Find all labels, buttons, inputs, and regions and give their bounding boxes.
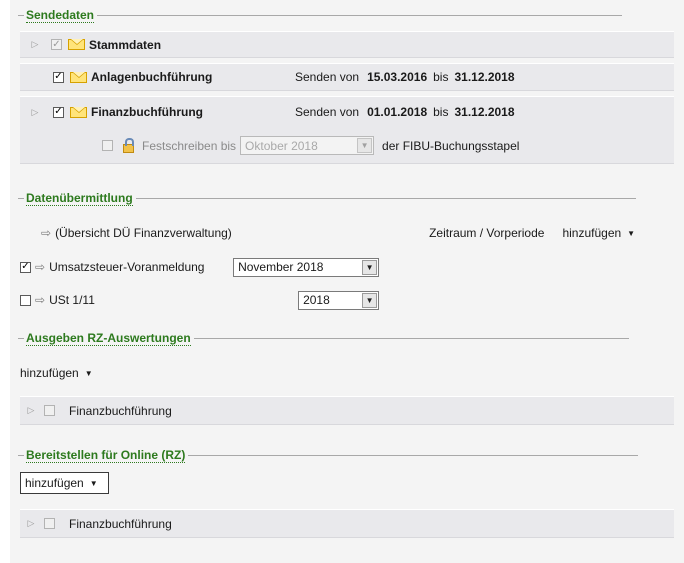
bis-label: bis: [433, 70, 449, 84]
ust-1-11-period-select[interactable]: 2018 ▼: [298, 290, 380, 310]
festschreiben-label: Festschreiben bis: [142, 138, 237, 153]
section-rule: [188, 454, 639, 456]
lock-icon: [123, 137, 134, 153]
section-header-ausgeben: Ausgeben RZ-Auswertungen: [18, 330, 629, 346]
label-ust-1-11: USt 1/11: [49, 293, 95, 307]
envelope-icon: [68, 39, 85, 50]
festschreiben-month-value: Oktober 2018: [245, 138, 318, 153]
senden-von-label: Senden von: [295, 105, 360, 119]
add-label: hinzufügen: [20, 366, 79, 380]
umsatzsteuer-period-value: November 2018: [238, 260, 324, 274]
chevron-down-icon[interactable]: ▼: [357, 138, 373, 153]
row-ausgeben-add[interactable]: hinzufügen ▼: [20, 364, 674, 382]
chevron-down-icon[interactable]: ▼: [362, 259, 378, 275]
section-title-ausgeben: Ausgeben RZ-Auswertungen: [26, 330, 191, 346]
label-umsatzsteuer: Umsatzsteuer-Voranmeldung: [49, 260, 205, 274]
fibu-header-line: ▷ ✓ Finanzbuchführung Senden von 01.01.2…: [20, 105, 515, 119]
ust-1-11-period-value: 2018: [303, 293, 330, 307]
section-header-sendedaten: Sendedaten: [18, 7, 623, 23]
section-title-datenuebermittlung: Datenübermittlung: [26, 190, 133, 206]
section-title-sendedaten: Sendedaten: [26, 7, 95, 23]
add-label: hinzufügen: [25, 476, 84, 490]
checkbox-ausgeben-finanzbuchfuehrung[interactable]: [44, 405, 55, 416]
label-finanzbuchfuehrung: Finanzbuchführung: [91, 105, 203, 119]
checkbox-festschreiben[interactable]: [102, 140, 113, 151]
anlagen-to-date: 31.12.2018: [454, 70, 515, 84]
chevron-down-icon[interactable]: ▼: [362, 292, 378, 308]
section-rule: [193, 337, 629, 339]
fibu-to-date: 31.12.2018: [454, 105, 515, 119]
caret-down-icon: ▼: [89, 478, 98, 488]
section-dash: [18, 454, 24, 456]
row-overview[interactable]: ⇨ (Übersicht DÜ Finanzverwaltung) Zeitra…: [20, 224, 674, 242]
section-rule: [135, 197, 636, 199]
festschreiben-line: Festschreiben bis Oktober 2018 ▼ der FIB…: [102, 136, 519, 155]
row-umsatzsteuer[interactable]: ✓ ⇨ Umsatzsteuer-Voranmeldung November 2…: [20, 257, 674, 277]
anlagen-from-date: 15.03.2016: [367, 70, 428, 84]
arrow-right-icon: ⇨: [41, 226, 52, 240]
section-dash: [18, 14, 24, 16]
row-ausgeben-finanzbuchfuehrung[interactable]: ▷ Finanzbuchführung: [20, 396, 674, 425]
add-bereitstellen-button[interactable]: hinzufügen ▼: [20, 472, 109, 494]
section-title-bereitstellen: Bereitstellen für Online (RZ): [26, 447, 186, 463]
umsatzsteuer-period-select[interactable]: November 2018 ▼: [233, 257, 380, 277]
arrow-right-icon: ⇨: [35, 260, 46, 274]
overview-link[interactable]: (Übersicht DÜ Finanzverwaltung): [55, 226, 429, 240]
checkbox-umsatzsteuer[interactable]: ✓: [20, 261, 31, 273]
checkbox-stammdaten[interactable]: ✓: [51, 39, 62, 50]
fibu-from-date: 01.01.2018: [367, 105, 428, 119]
label-stammdaten: Stammdaten: [89, 37, 162, 52]
checkbox-anlagenbuchfuehrung[interactable]: ✓: [53, 71, 64, 83]
label-ausgeben-finanzbuchfuehrung: Finanzbuchführung: [69, 403, 172, 418]
caret-down-icon: ▼: [627, 228, 636, 238]
festschreiben-month-select[interactable]: Oktober 2018 ▼: [240, 136, 375, 155]
row-finanzbuchfuehrung[interactable]: ▷ ✓ Finanzbuchführung Senden von 01.01.2…: [20, 96, 674, 164]
add-bereitstellen-dropdown: hinzufügen ▼: [25, 476, 98, 490]
envelope-icon: [70, 106, 87, 118]
section-header-bereitstellen: Bereitstellen für Online (RZ): [18, 447, 639, 463]
festschreiben-suffix: der FIBU-Buchungsstapel: [382, 138, 520, 153]
expand-bereitstellen-icon[interactable]: ▷: [24, 518, 38, 529]
zeitraum-label: Zeitraum / Vorperiode: [429, 226, 545, 240]
add-label: hinzufügen: [562, 226, 622, 240]
senden-von-label: Senden von: [295, 70, 360, 84]
expand-stammdaten-icon[interactable]: ▷: [28, 39, 42, 50]
section-dash: [18, 197, 24, 199]
expand-finanzbuchfuehrung-icon[interactable]: ▷: [28, 107, 42, 118]
row-ust-1-11[interactable]: ⇨ USt 1/11 2018 ▼: [20, 290, 674, 310]
checkbox-bereitstellen-finanzbuchfuehrung[interactable]: [44, 518, 55, 529]
add-datenuebermittlung-dropdown[interactable]: hinzufügen ▼: [562, 226, 635, 240]
arrow-right-icon: ⇨: [35, 293, 46, 307]
caret-down-icon: ▼: [84, 368, 93, 378]
section-dash: [18, 337, 24, 339]
checkbox-finanzbuchfuehrung[interactable]: ✓: [53, 106, 64, 118]
row-stammdaten[interactable]: ▷ ✓ Stammdaten: [20, 31, 674, 58]
checkbox-ust-1-11[interactable]: [20, 294, 31, 306]
row-bereitstellen-finanzbuchfuehrung[interactable]: ▷ Finanzbuchführung: [20, 509, 674, 538]
section-header-datenuebermittlung: Datenübermittlung: [18, 190, 636, 206]
add-ausgeben-dropdown[interactable]: hinzufügen ▼: [20, 366, 93, 380]
bis-label: bis: [433, 105, 449, 119]
section-rule: [97, 14, 623, 16]
row-anlagenbuchfuehrung[interactable]: ✓ Anlagenbuchführung Senden von 15.03.20…: [20, 63, 674, 91]
label-bereitstellen-finanzbuchfuehrung: Finanzbuchführung: [69, 516, 172, 531]
expand-ausgeben-icon[interactable]: ▷: [24, 405, 38, 416]
label-anlagenbuchfuehrung: Anlagenbuchführung: [91, 70, 213, 84]
envelope-icon: [70, 71, 87, 83]
